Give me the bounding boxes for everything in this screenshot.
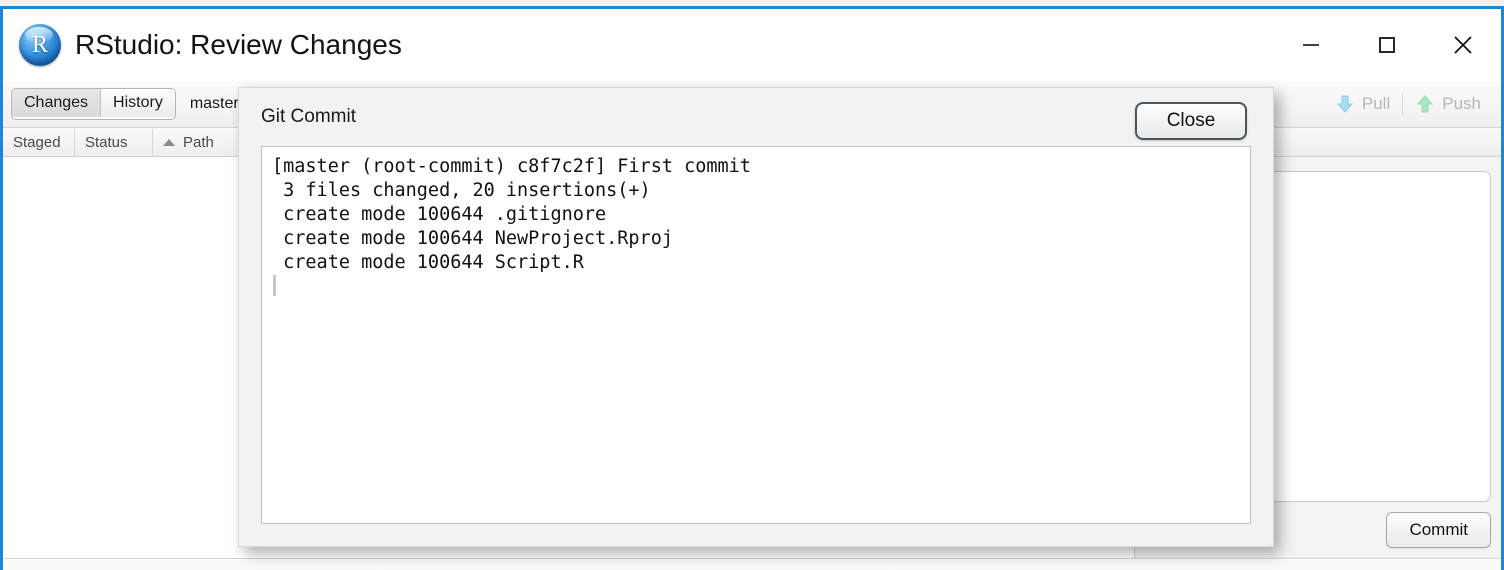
dialog-header: Git Commit Close	[239, 88, 1273, 146]
commit-button[interactable]: Commit	[1386, 512, 1491, 548]
push-button[interactable]: Push	[1403, 94, 1493, 114]
window-title-bar: R RStudio: Review Changes	[3, 9, 1501, 81]
git-commit-output-area[interactable]: [master (root-commit) c8f7c2f] First com…	[261, 146, 1251, 524]
column-header-staged[interactable]: Staged	[3, 128, 75, 156]
remote-actions-group: Pull Push	[1323, 81, 1493, 127]
maximize-icon[interactable]	[1349, 14, 1425, 76]
column-header-path-label: Path	[183, 133, 214, 151]
pull-label: Pull	[1361, 94, 1391, 113]
close-icon[interactable]	[1425, 14, 1501, 76]
git-commit-dialog: Git Commit Close [master (root-commit) c…	[238, 87, 1274, 547]
branch-selector[interactable]: master	[190, 95, 239, 113]
window-controls	[1273, 9, 1501, 81]
sort-ascending-icon	[163, 138, 175, 146]
pull-button[interactable]: Pull	[1323, 94, 1402, 114]
diff-view-options-bar	[3, 558, 1501, 570]
dialog-close-button[interactable]: Close	[1135, 102, 1247, 140]
rstudio-review-changes-window: R RStudio: Review Changes Changes Histor…	[0, 6, 1504, 570]
column-header-status[interactable]: Status	[75, 128, 153, 156]
tab-changes[interactable]: Changes	[12, 89, 102, 117]
dialog-title: Git Commit	[261, 106, 356, 127]
tab-history[interactable]: History	[101, 89, 175, 117]
rstudio-logo-letter: R	[31, 31, 48, 58]
rstudio-logo-icon: R	[19, 24, 61, 66]
view-tab-group: Changes History	[11, 88, 176, 120]
text-caret	[273, 275, 276, 296]
minimize-icon[interactable]	[1273, 14, 1349, 76]
push-label: Push	[1442, 94, 1481, 113]
git-commit-output-text: [master (root-commit) c8f7c2f] First com…	[272, 156, 751, 273]
arrow-up-icon	[1417, 95, 1434, 113]
window-title: RStudio: Review Changes	[75, 29, 402, 60]
arrow-down-icon	[1336, 95, 1353, 113]
